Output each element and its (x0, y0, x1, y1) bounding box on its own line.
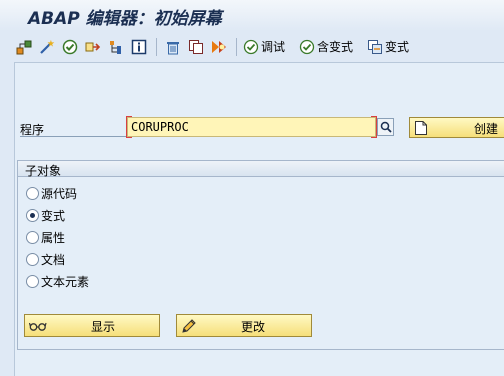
radio-variants[interactable]: 变式 (26, 206, 65, 224)
display-label: 显示 (91, 320, 116, 334)
radio-button[interactable] (26, 274, 39, 288)
radio-label: 文档 (41, 252, 66, 267)
change-label: 更改 (241, 320, 266, 334)
radio-button[interactable] (26, 186, 39, 200)
variant-button[interactable]: 变式 (367, 37, 409, 57)
radio-source-code[interactable]: 源代码 (26, 184, 77, 202)
radio-documentation[interactable]: 文档 (26, 250, 65, 268)
pencil-icon (182, 318, 196, 333)
new-document-icon (415, 120, 427, 135)
execute-with-variant-button[interactable]: 含变式 (299, 37, 353, 57)
execute-variant-icon (299, 39, 315, 54)
variant-label: 变式 (385, 40, 410, 54)
radio-attributes[interactable]: 属性 (26, 228, 65, 246)
delete-icon[interactable] (163, 37, 183, 57)
debug-icon (243, 39, 259, 54)
change-button[interactable]: 更改 (176, 314, 312, 337)
required-marker-left (126, 116, 132, 138)
subobjects-group-title: 子对象 (25, 164, 62, 178)
glasses-icon (29, 322, 47, 331)
debug-label: 调试 (261, 40, 286, 54)
tree-icon[interactable] (106, 37, 126, 57)
info-icon[interactable] (129, 37, 149, 57)
radio-button[interactable] (26, 230, 39, 244)
value-help-button[interactable] (377, 118, 394, 136)
execute-icon[interactable] (209, 37, 229, 57)
hierarchy-icon[interactable] (14, 37, 34, 57)
magic-wand-icon[interactable] (37, 37, 57, 57)
create-label: 创建 (474, 122, 499, 136)
radio-button-selected[interactable] (26, 208, 39, 222)
radio-text-elements[interactable]: 文本元素 (26, 272, 89, 290)
where-used-icon[interactable] (83, 37, 103, 57)
copy-icon[interactable] (186, 37, 206, 57)
program-name-field[interactable]: CORUPROC (127, 117, 376, 137)
toolbar-separator (236, 37, 237, 56)
variant-icon (368, 39, 383, 54)
page-title: ABAP 编辑器：初始屏幕 (28, 9, 222, 29)
display-button[interactable]: 显示 (24, 314, 160, 337)
subobjects-group-header (17, 160, 504, 177)
radio-label: 变式 (41, 208, 66, 223)
program-label-underline (20, 136, 128, 137)
title-bar: ABAP 编辑器：初始屏幕 (0, 0, 504, 31)
radio-label: 文本元素 (41, 274, 90, 289)
radio-button[interactable] (26, 252, 39, 266)
toolbar-separator (156, 37, 157, 56)
search-icon (380, 121, 392, 133)
debug-button[interactable]: 调试 (243, 37, 285, 57)
activate-icon[interactable] (60, 37, 80, 57)
radio-label: 源代码 (41, 186, 78, 201)
with-variant-label: 含变式 (317, 40, 354, 54)
application-toolbar: 调试 含变式 变式 (14, 31, 504, 62)
create-button[interactable]: 创建 (409, 117, 504, 138)
radio-label: 属性 (41, 230, 66, 245)
